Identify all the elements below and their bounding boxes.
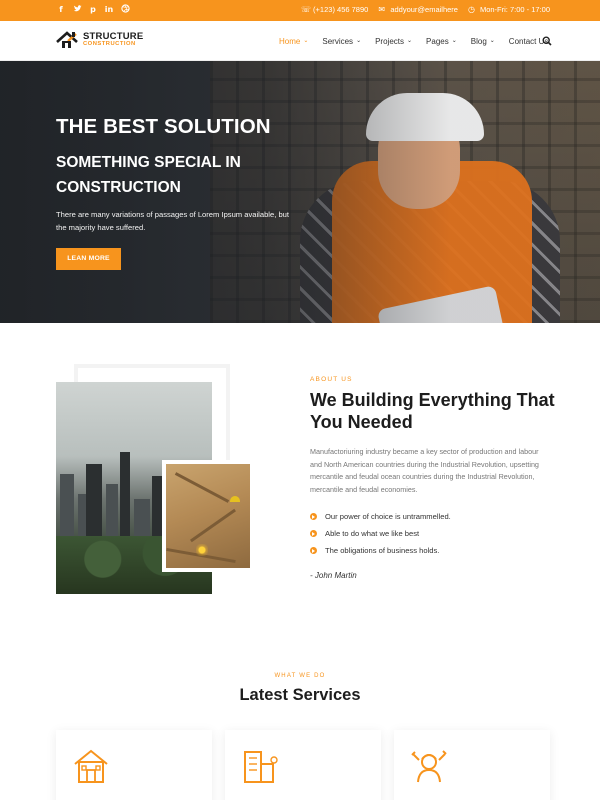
site-logo[interactable]: STRUCTURE CONSTRUCTION [56, 30, 143, 50]
services-title: Latest Services [239, 686, 361, 704]
hero-text: There are many variations of passages of… [56, 210, 289, 232]
service-card[interactable] [394, 730, 550, 800]
bullet-arrow-icon [310, 530, 317, 537]
phone-icon: ☏ [301, 5, 312, 14]
list-item-text: The obligations of business holds. [325, 546, 440, 555]
worker-hat [230, 496, 240, 502]
chevron-down-icon: ⌄ [407, 38, 413, 44]
clock-icon: ◷ [467, 5, 475, 14]
list-item-text: Our power of choice is untrammelled. [325, 512, 451, 521]
worker-tools-icon [411, 750, 447, 783]
list-item-text: Able to do what we like best [325, 529, 420, 538]
about-feature-list: Our power of choice is untrammelled. Abl… [310, 508, 451, 559]
nav-label: Services [322, 36, 354, 46]
top-bar: f p in ☏ (+123) 456 7890 ✉ addyour@email… [0, 0, 600, 21]
envelope-icon: ✉ [378, 5, 386, 14]
about-eyebrow: ABOUT US [310, 376, 353, 383]
contact-info: ☏ (+123) 456 7890 ✉ addyour@emailhere ◷ … [301, 4, 550, 16]
chevron-down-icon: ⌄ [489, 38, 495, 44]
learn-more-button[interactable]: LEAN MORE [56, 248, 121, 270]
facebook-icon[interactable]: f [56, 4, 66, 16]
hero-subtitle: SOMETHING SPECIAL IN CONSTRUCTION [56, 154, 241, 196]
nav-item-pages[interactable]: Pages ⌄ [426, 37, 457, 46]
chevron-down-icon: ⌄ [356, 38, 362, 44]
linkedin-icon[interactable]: in [104, 4, 114, 16]
nav-item-projects[interactable]: Projects ⌄ [375, 37, 412, 46]
chevron-down-icon: ⌄ [303, 38, 309, 44]
list-item: The obligations of business holds. [310, 542, 451, 559]
hero-title: THE BEST SOLUTION [56, 115, 271, 138]
bullet-arrow-icon [310, 513, 317, 520]
pinterest-icon[interactable]: p [88, 4, 98, 16]
list-item: Our power of choice is untrammelled. [310, 508, 451, 525]
search-icon[interactable] [542, 36, 552, 46]
nav-label: Projects [375, 36, 404, 46]
nav-item-services[interactable]: Services ⌄ [322, 37, 361, 46]
main-header: STRUCTURE CONSTRUCTION Home ⌄ Services ⌄… [0, 21, 600, 61]
hours-text: Mon-Fri: 7:00 - 17:00 [479, 5, 550, 14]
logo-title: STRUCTURE [83, 30, 144, 42]
twitter-icon[interactable] [72, 4, 82, 16]
logo-subtitle: CONSTRUCTION [83, 41, 136, 48]
welding-sparks [196, 544, 208, 556]
email-text: addyour@emailhere [390, 5, 458, 14]
house-icon [74, 749, 108, 783]
email-info[interactable]: ✉ addyour@emailhere [378, 4, 458, 16]
nav-label: Pages [426, 36, 449, 46]
about-paragraph: Manufactoriuring industry became a key s… [310, 447, 539, 494]
list-item: Able to do what we like best [310, 525, 451, 542]
bullet-arrow-icon [310, 547, 317, 554]
chevron-down-icon: ⌄ [451, 38, 457, 44]
dribbble-icon[interactable] [120, 4, 130, 16]
nav-item-blog[interactable]: Blog ⌄ [471, 37, 495, 46]
construction-work-image [162, 460, 254, 572]
nav-label: Blog [470, 36, 487, 46]
service-card[interactable] [56, 730, 212, 800]
house-logo-icon [56, 31, 78, 48]
main-nav: Home ⌄ Services ⌄ Projects ⌄ Pages ⌄ Blo… [279, 21, 562, 61]
social-links: f p in [56, 4, 130, 16]
author-signature: - John Martin [310, 571, 357, 580]
phone-info[interactable]: ☏ (+123) 456 7890 [301, 4, 368, 16]
phone-text: (+123) 456 7890 [313, 5, 369, 14]
hours-info: ◷ Mon-Fri: 7:00 - 17:00 [468, 4, 550, 16]
service-card[interactable] [225, 730, 381, 800]
nav-label: Home [279, 36, 301, 46]
services-eyebrow: WHAT WE DO [274, 673, 326, 679]
nav-item-home[interactable]: Home ⌄ [279, 37, 308, 46]
about-title: We Building Everything That You Needed [310, 390, 555, 432]
building-icon [244, 751, 278, 783]
